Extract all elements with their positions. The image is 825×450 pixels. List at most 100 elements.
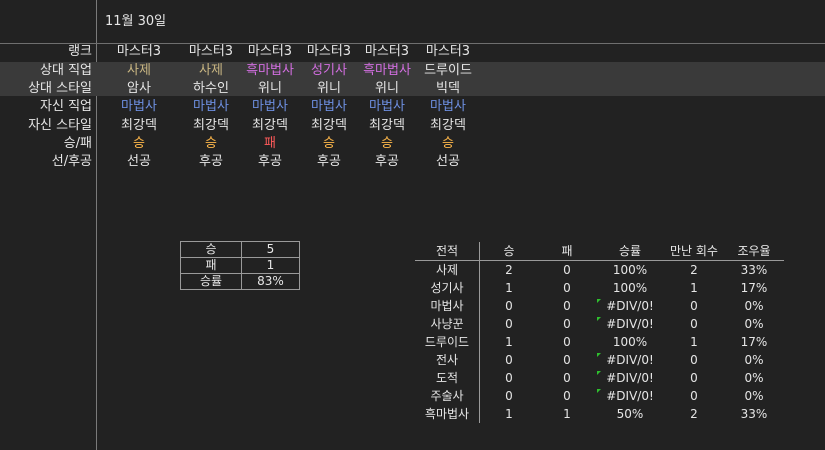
stats-wins[interactable]: 0 [480,315,539,333]
stats-winrate[interactable]: 50% [596,405,664,423]
stats-class[interactable]: 성기사 [415,279,480,297]
stats-losses[interactable]: 0 [538,333,596,351]
stats-wins[interactable]: 1 [480,405,539,423]
stats-winrate[interactable]: #DIV/0! [596,369,664,387]
game-opp-class[interactable]: 사제 [181,62,241,80]
stats-class[interactable]: 사제 [415,260,480,279]
game-my-class[interactable]: 마법사 [357,98,417,116]
game-my-style[interactable]: 최강덱 [357,117,417,135]
stats-losses[interactable]: 0 [538,387,596,405]
stats-winrate[interactable]: 100% [596,333,664,351]
stats-encounter-rate[interactable]: 0% [724,297,784,315]
stats-wins[interactable]: 1 [480,333,539,351]
game-my-style[interactable]: 최강덱 [109,117,169,135]
stats-wins[interactable]: 0 [480,387,539,405]
stats-header[interactable]: 조우율 [724,242,784,261]
stats-losses[interactable]: 0 [538,369,596,387]
game-my-class[interactable]: 마법사 [240,98,300,116]
stats-encounters[interactable]: 1 [664,279,724,297]
stats-winrate[interactable]: 100% [596,261,664,280]
game-rank[interactable]: 마스터3 [357,43,417,61]
game-rank[interactable]: 마스터3 [181,43,241,61]
game-my-class[interactable]: 마법사 [181,98,241,116]
game-opp-style[interactable]: 위니 [240,80,300,98]
stats-class[interactable]: 흑마법사 [415,405,480,423]
game-turn[interactable]: 후공 [357,153,417,171]
stats-encounter-rate[interactable]: 0% [724,387,784,405]
game-my-style[interactable]: 최강덱 [240,117,300,135]
stats-encounter-rate[interactable]: 17% [724,333,784,351]
stats-losses[interactable]: 1 [538,405,596,423]
stats-wins[interactable]: 0 [480,369,539,387]
stats-encounters[interactable]: 1 [664,333,724,351]
game-opp-class[interactable]: 흑마법사 [240,62,300,80]
stats-encounters[interactable]: 2 [664,405,724,423]
game-opp-style[interactable]: 위니 [299,80,359,98]
game-rank[interactable]: 마스터3 [109,43,169,61]
game-opp-style[interactable]: 빅덱 [418,80,478,98]
stats-encounters[interactable]: 2 [664,261,724,280]
summary-key[interactable]: 승률 [180,273,242,290]
game-my-class[interactable]: 마법사 [418,98,478,116]
stats-winrate[interactable]: #DIV/0! [596,387,664,405]
summary-key[interactable]: 패 [180,257,242,274]
game-result[interactable]: 승 [357,135,417,153]
stats-encounters[interactable]: 0 [664,315,724,333]
stats-winrate[interactable]: #DIV/0! [596,351,664,369]
stats-encounter-rate[interactable]: 0% [724,351,784,369]
summary-value[interactable]: 83% [241,273,300,290]
stats-losses[interactable]: 0 [538,315,596,333]
summary-value[interactable]: 1 [241,257,300,274]
game-turn[interactable]: 후공 [299,153,359,171]
stats-class[interactable]: 마법사 [415,297,480,315]
game-opp-class[interactable]: 성기사 [299,62,359,80]
game-result[interactable]: 승 [109,135,169,153]
game-my-style[interactable]: 최강덱 [181,117,241,135]
summary-value[interactable]: 5 [241,241,300,258]
stats-encounters[interactable]: 0 [664,369,724,387]
stats-encounter-rate[interactable]: 33% [724,405,784,423]
game-rank[interactable]: 마스터3 [240,43,300,61]
game-turn[interactable]: 후공 [240,153,300,171]
stats-header[interactable]: 패 [538,242,596,261]
game-opp-class[interactable]: 드루이드 [418,62,478,80]
game-result[interactable]: 승 [181,135,241,153]
stats-header[interactable]: 승 [479,242,538,261]
game-opp-style[interactable]: 암사 [109,80,169,98]
game-opp-style[interactable]: 위니 [357,80,417,98]
stats-header[interactable]: 만난 회수 [664,242,724,261]
stats-header[interactable]: 승률 [596,242,664,261]
stats-encounter-rate[interactable]: 0% [724,315,784,333]
game-my-class[interactable]: 마법사 [299,98,359,116]
stats-losses[interactable]: 0 [538,261,596,280]
stats-class[interactable]: 주술사 [415,387,480,405]
game-result[interactable]: 승 [418,135,478,153]
stats-wins[interactable]: 0 [480,351,539,369]
game-opp-class[interactable]: 사제 [109,62,169,80]
stats-class[interactable]: 사냥꾼 [415,315,480,333]
stats-encounters[interactable]: 0 [664,351,724,369]
stats-encounters[interactable]: 0 [664,297,724,315]
stats-winrate[interactable]: #DIV/0! [596,315,664,333]
stats-encounters[interactable]: 0 [664,387,724,405]
stats-class[interactable]: 도적 [415,369,480,387]
game-my-style[interactable]: 최강덱 [418,117,478,135]
stats-wins[interactable]: 0 [480,297,539,315]
game-result[interactable]: 패 [240,135,300,153]
stats-losses[interactable]: 0 [538,351,596,369]
stats-winrate[interactable]: #DIV/0! [596,297,664,315]
stats-encounter-rate[interactable]: 17% [724,279,784,297]
game-rank[interactable]: 마스터3 [299,43,359,61]
stats-class[interactable]: 전사 [415,351,480,369]
stats-header[interactable]: 전적 [415,242,480,261]
game-rank[interactable]: 마스터3 [418,43,478,61]
game-turn[interactable]: 선공 [109,153,169,171]
stats-winrate[interactable]: 100% [596,279,664,297]
stats-losses[interactable]: 0 [538,297,596,315]
stats-losses[interactable]: 0 [538,279,596,297]
stats-encounter-rate[interactable]: 33% [724,261,784,280]
game-opp-class[interactable]: 흑마법사 [357,62,417,80]
game-result[interactable]: 승 [299,135,359,153]
game-turn[interactable]: 선공 [418,153,478,171]
game-my-class[interactable]: 마법사 [109,98,169,116]
